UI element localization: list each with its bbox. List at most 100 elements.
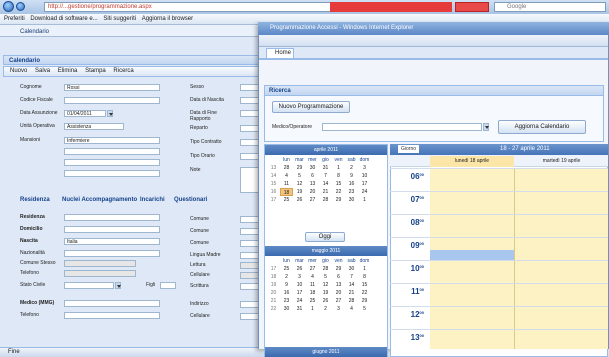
nazionalita-field[interactable] (64, 250, 160, 257)
view-selector[interactable]: Giorno (398, 145, 420, 153)
calendar-day[interactable]: 6 (332, 273, 345, 281)
favorites-button[interactable]: Preferiti (4, 14, 25, 24)
mansioni-field[interactable]: Infermiere (64, 137, 160, 144)
mansioni-field-3[interactable] (64, 159, 160, 166)
calendar-day[interactable]: 2 (280, 273, 293, 281)
operator-field[interactable] (322, 123, 482, 131)
calendar-day[interactable]: 23 (280, 297, 293, 305)
calendar-day[interactable]: 29 (293, 164, 306, 172)
calendar-day[interactable]: 16 (345, 180, 358, 188)
calendar-day[interactable]: 4 (345, 305, 358, 313)
calendar-day[interactable]: 11 (306, 281, 319, 289)
calendar-day[interactable]: 10 (358, 172, 371, 180)
toolbar-print[interactable]: Stampa (85, 68, 106, 74)
search-input[interactable]: Google (494, 2, 606, 12)
calendar-day[interactable]: 22 (358, 289, 371, 297)
section-tab-incarichi[interactable]: Incarichi (140, 197, 165, 203)
telefono-field[interactable] (64, 270, 136, 277)
calendar-day[interactable]: 28 (319, 196, 332, 204)
calendar-day[interactable]: 5 (358, 305, 371, 313)
comune-stesso-field[interactable] (64, 260, 136, 267)
day-header-19[interactable]: martedì 19 aprile (515, 156, 608, 167)
calendar-day[interactable]: 28 (280, 164, 293, 172)
calendar-day[interactable]: 9 (280, 281, 293, 289)
calendar-day[interactable]: 28 (345, 297, 358, 305)
calendar-day[interactable]: 16 (280, 289, 293, 297)
calendar-day[interactable]: 3 (358, 164, 371, 172)
section-tab-residenza[interactable]: Residenza (20, 197, 50, 203)
calendar-day[interactable]: 7 (319, 172, 332, 180)
calendar-day[interactable]: 18 (280, 188, 293, 196)
calendar-day[interactable]: 19 (319, 289, 332, 297)
mansioni-field-4[interactable] (64, 170, 160, 177)
calendar-day[interactable]: 11 (280, 180, 293, 188)
calendar-day[interactable]: 10 (293, 281, 306, 289)
calendar-day[interactable]: 19 (293, 188, 306, 196)
calendar-day[interactable]: 1 (358, 265, 371, 273)
domicilio-field[interactable] (64, 226, 160, 233)
fav-link-download[interactable]: Download di software e... (30, 14, 97, 24)
calendar-day[interactable]: 29 (332, 265, 345, 273)
calendar-day[interactable]: 4 (306, 273, 319, 281)
toolbar-search[interactable]: Ricerca (113, 68, 133, 74)
calendar-day[interactable]: 14 (345, 281, 358, 289)
calendar-day[interactable]: 1 (332, 164, 345, 172)
mansioni-field-2[interactable] (64, 148, 160, 155)
stato-civile-field[interactable] (64, 282, 114, 289)
calendar-day[interactable]: 28 (319, 265, 332, 273)
nascita-field[interactable]: Italia (64, 238, 160, 245)
calendar-day[interactable]: 24 (293, 297, 306, 305)
calendar-day[interactable]: 21 (319, 188, 332, 196)
cognome-field[interactable]: Rossi (64, 84, 160, 91)
calendar-day[interactable]: 25 (306, 297, 319, 305)
medico-field[interactable] (64, 300, 160, 307)
codice-fiscale-field[interactable] (64, 97, 160, 104)
calendar-day[interactable]: 17 (293, 289, 306, 297)
calendar-day[interactable]: 5 (293, 172, 306, 180)
calendar-day[interactable]: 15 (358, 281, 371, 289)
forward-button[interactable] (16, 2, 25, 11)
section-tab-questionari[interactable]: Questionari (174, 197, 207, 203)
calendar-day[interactable]: 8 (358, 273, 371, 281)
browser-tab[interactable]: Calendario (18, 27, 56, 37)
tab-home[interactable]: Home (266, 48, 294, 58)
calendar-day[interactable]: 1 (306, 305, 319, 313)
refresh-calendar-button[interactable]: Aggiorna Calendario (498, 120, 586, 134)
calendar-day[interactable]: 13 (306, 180, 319, 188)
calendar-day[interactable]: 20 (306, 188, 319, 196)
calendar-day[interactable]: 26 (293, 265, 306, 273)
calendar-day[interactable]: 30 (306, 164, 319, 172)
calendar-day[interactable]: 3 (293, 273, 306, 281)
calendar-day[interactable]: 21 (345, 289, 358, 297)
calendar-day[interactable]: 23 (345, 188, 358, 196)
calendar-day[interactable]: 31 (319, 164, 332, 172)
calendar-day[interactable]: 30 (280, 305, 293, 313)
toolbar-new[interactable]: Nuovo (10, 68, 27, 74)
calendar-day[interactable]: 9 (345, 172, 358, 180)
calendar-day[interactable]: 25 (280, 265, 293, 273)
calendar-day[interactable]: 8 (332, 172, 345, 180)
fav-link-suggested[interactable]: Siti suggeriti (103, 14, 136, 24)
unita-operativa-field[interactable]: Assistenza (64, 123, 124, 130)
data-assunzione-field[interactable]: 01/04/2011 (64, 110, 106, 117)
calendar-day[interactable]: 2 (345, 164, 358, 172)
go-button[interactable] (455, 2, 489, 12)
calendar-day[interactable]: 22 (332, 188, 345, 196)
toolbar-delete[interactable]: Elimina (58, 68, 78, 74)
calendar-day[interactable]: 4 (280, 172, 293, 180)
calendar-day[interactable]: 27 (306, 265, 319, 273)
calendar-day[interactable]: 12 (293, 180, 306, 188)
calendar-day[interactable]: 27 (332, 297, 345, 305)
calendar-day[interactable]: 31 (293, 305, 306, 313)
day-header-18[interactable]: lunedì 18 aprile (430, 156, 514, 167)
calendar-day[interactable]: 27 (306, 196, 319, 204)
calendar-day[interactable]: 3 (332, 305, 345, 313)
calendar-day[interactable]: 30 (345, 265, 358, 273)
calendar-day[interactable]: 26 (319, 297, 332, 305)
calendar-day[interactable]: 15 (332, 180, 345, 188)
new-programmazione-button[interactable]: Nuovo Programmazione (272, 101, 350, 113)
telefono-medico-field[interactable] (64, 312, 160, 319)
calendar-day[interactable]: 14 (319, 180, 332, 188)
calendar-day[interactable]: 26 (293, 196, 306, 204)
residenza-field[interactable] (64, 214, 160, 221)
